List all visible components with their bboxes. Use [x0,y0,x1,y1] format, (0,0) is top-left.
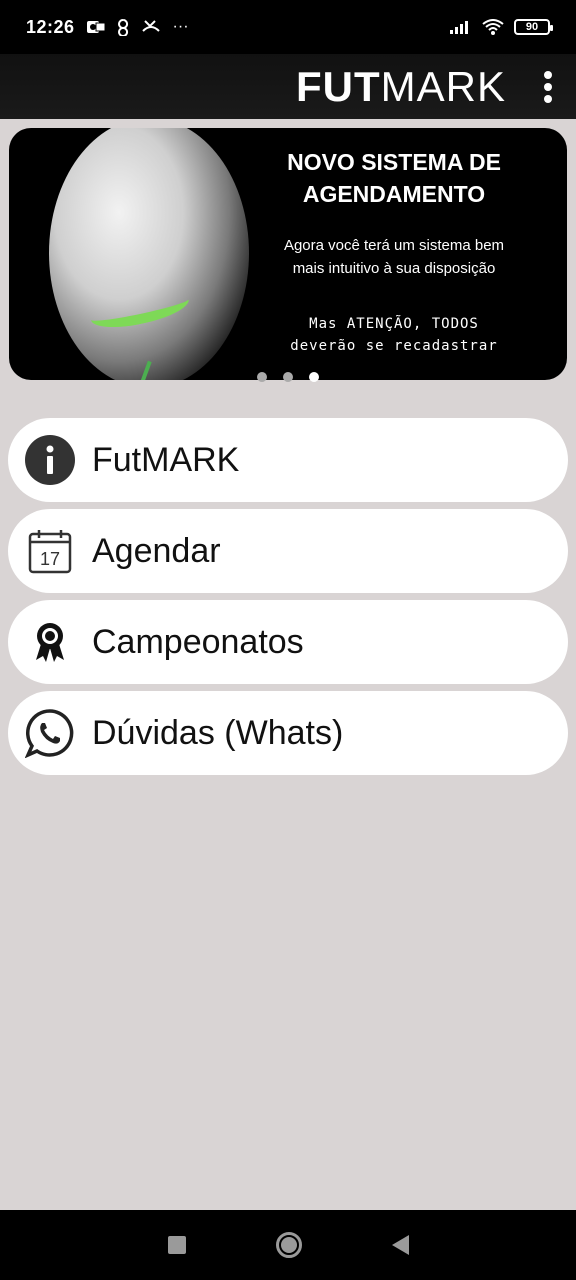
carousel-dot[interactable] [257,372,267,382]
wifi-icon [482,19,504,35]
overflow-menu-icon[interactable] [540,67,556,107]
calendar-day-text: 17 [40,549,60,569]
outlook-icon [86,21,105,33]
banner-warning: Mas ATENÇÃO, TODOS deverão se recadastra… [239,313,549,357]
carousel-dot[interactable] [283,372,293,382]
status-time: 12:26 [26,16,75,37]
banner-warning-line2: deverão se recadastrar [290,338,498,354]
menu-item-label: FutMARK [92,440,240,479]
app-bar: FUTMARK [0,54,576,119]
banner-title: NOVO SISTEMA DE AGENDAMENTO [239,146,549,210]
carousel-indicator [0,372,576,382]
calendar-icon: 17 [24,525,76,577]
menu-item-campeonatos[interactable]: Campeonatos [8,600,568,684]
recents-button[interactable] [167,1236,186,1254]
menu-item-agendar[interactable]: 17 Agendar [8,509,568,593]
more-notifications-icon: ··· [172,18,189,35]
menu-item-duvidas[interactable]: Dúvidas (Whats) [8,691,568,775]
app-logo: FUTMARK [296,63,506,111]
carousel-dot-active[interactable] [309,372,319,382]
logo-bold: FUT [295,62,381,110]
logo-light: MARK [380,62,506,110]
banner-title-line2: AGENDAMENTO [302,181,486,207]
promo-banner[interactable]: NOVO SISTEMA DE AGENDAMENTO Agora você t… [9,128,567,380]
signal-icon [450,21,468,34]
banner-subtitle-line1: Agora você terá um sistema bem [283,237,505,254]
medal-icon [24,616,76,668]
g-icon [117,19,128,36]
menu-item-futmark[interactable]: FutMARK [8,418,568,502]
menu-item-label: Agendar [92,531,221,570]
banner-subtitle: Agora você terá um sistema bem mais intu… [239,234,549,280]
whatsapp-icon [24,707,76,759]
info-icon [24,434,76,486]
soccer-ball-image [49,128,249,380]
menu-item-label: Dúvidas (Whats) [92,713,344,752]
main-menu: FutMARK 17 Agendar Campeonatos Dúvidas (… [8,418,568,782]
missed-call-icon [141,20,160,32]
banner-warning-line1: Mas ATENÇÃO, TODOS [309,316,479,332]
system-nav-bar [0,1210,576,1280]
menu-item-label: Campeonatos [92,622,304,661]
banner-title-line1: NOVO SISTEMA DE [287,149,501,175]
status-bar: 12:26 ··· 90 [0,0,576,54]
home-button[interactable] [275,1232,302,1258]
banner-subtitle-line2: mais intuitivo à sua disposição [292,260,496,277]
battery-icon: 90 [514,19,553,35]
notification-icons: ··· [86,18,189,36]
back-button[interactable] [391,1235,409,1255]
